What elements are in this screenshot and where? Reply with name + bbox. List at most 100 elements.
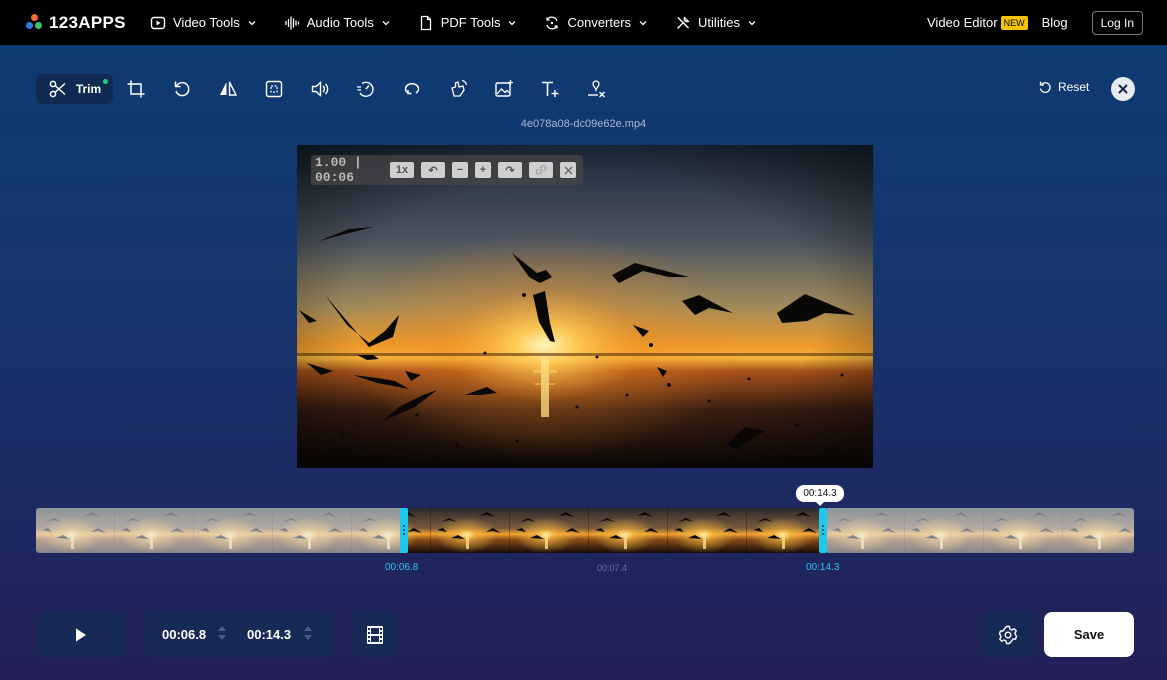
image-icon — [495, 80, 513, 97]
tool-resize[interactable] — [251, 74, 297, 104]
nav-converters-label: Converters — [567, 15, 632, 30]
blog-link[interactable]: Blog — [1042, 15, 1068, 30]
reset-label: Reset — [1058, 80, 1090, 94]
login-button[interactable]: Log In — [1091, 10, 1143, 35]
tool-remove-logo[interactable] — [573, 74, 619, 104]
active-indicator — [103, 79, 108, 84]
trimmed-region-left — [36, 508, 403, 553]
tools-icon — [677, 15, 690, 29]
loop-icon — [404, 82, 420, 95]
link-button[interactable] — [529, 162, 553, 178]
file-name: 4e078a08-dc09e62e.mp4 — [520, 118, 647, 130]
gear-icon — [998, 625, 1018, 644]
close-icon — [564, 166, 572, 174]
video-editor-label: Video Editor — [927, 15, 998, 30]
stabilize-icon — [451, 79, 468, 97]
resize-icon — [265, 80, 283, 98]
scissors-icon — [49, 80, 66, 98]
filmstrip-icon — [366, 625, 383, 644]
trim-start-label: 00:06.8 — [385, 562, 419, 573]
trim-end-handle[interactable] — [819, 508, 827, 553]
nav-video-tools-label: Video Tools — [173, 15, 240, 30]
end-time-input[interactable]: 00:14.3 — [247, 627, 291, 642]
nav-utilities-label: Utilities — [698, 15, 740, 30]
overlay-close-button[interactable] — [560, 162, 576, 178]
nav-pdf-tools-label: PDF Tools — [440, 15, 501, 30]
start-time-stepper[interactable] — [217, 624, 227, 642]
link-icon — [535, 165, 547, 175]
nav-right: Video Editor NEW Blog Log In — [927, 0, 1143, 45]
tool-flip[interactable] — [205, 74, 251, 104]
new-badge: NEW — [1000, 15, 1028, 30]
tool-volume[interactable] — [297, 74, 343, 104]
video-editor-link[interactable]: Video Editor NEW — [927, 15, 1028, 30]
document-icon — [420, 15, 431, 30]
end-time-down[interactable] — [304, 635, 312, 640]
tool-speed[interactable] — [343, 74, 389, 104]
tool-trim[interactable]: Trim — [36, 74, 113, 104]
chevron-down-icon — [509, 20, 516, 25]
nav-audio-tools[interactable]: Audio Tools — [284, 15, 391, 31]
video-frame — [297, 145, 873, 468]
chevron-down-icon — [248, 20, 256, 25]
edit-toolbar: Trim — [36, 74, 619, 104]
timeline-filmstrip[interactable] — [36, 508, 1134, 553]
trim-end-tooltip: 00:14.3 — [796, 485, 844, 506]
crop-icon — [127, 80, 145, 98]
undo-icon — [1039, 81, 1051, 93]
slower-button[interactable]: − — [452, 162, 468, 178]
tool-add-image[interactable] — [481, 74, 527, 104]
play-icon — [76, 628, 86, 641]
brand-logo[interactable]: 123APPS — [26, 13, 126, 33]
top-navigation: 123APPS Video Tools Audio Tools PDF Tool… — [0, 0, 1167, 45]
video-preview[interactable] — [297, 145, 873, 468]
convert-icon — [546, 16, 559, 29]
nav-video-tools[interactable]: Video Tools — [150, 15, 257, 31]
tool-add-text[interactable] — [527, 74, 573, 104]
nav-audio-tools-label: Audio Tools — [306, 15, 374, 30]
close-button[interactable] — [1111, 77, 1135, 101]
rotate-icon — [174, 81, 190, 97]
playhead-time-label: 00:07.4 — [597, 563, 628, 573]
trim-start-handle[interactable] — [400, 508, 408, 553]
start-time-down[interactable] — [218, 635, 226, 640]
end-time-stepper[interactable] — [303, 624, 313, 642]
flip-icon — [220, 81, 238, 96]
speed-button[interactable]: 1x — [390, 162, 414, 178]
waveform-icon — [285, 15, 299, 30]
remove-logo-icon — [588, 80, 605, 98]
tool-rotate[interactable] — [159, 74, 205, 104]
tool-crop[interactable] — [113, 74, 159, 104]
text-icon — [542, 81, 559, 97]
brand-name: 123APPS — [49, 13, 126, 32]
speed-readout: 1.00 | 00:06 — [315, 155, 362, 185]
film-mode-button[interactable] — [352, 612, 397, 657]
tool-loop[interactable] — [389, 74, 435, 104]
chevron-down-icon — [639, 20, 647, 25]
tool-trim-label: Trim — [75, 82, 102, 96]
start-time-input[interactable]: 00:06.8 — [162, 627, 206, 642]
reset-button[interactable]: Reset — [1038, 80, 1089, 94]
faster-button[interactable]: + — [475, 162, 491, 178]
nav-converters[interactable]: Converters — [544, 15, 648, 31]
playback-overlay: 1.00 | 00:06 1x ↶ − + ↷ — [311, 155, 583, 185]
start-time-up[interactable] — [218, 626, 226, 631]
step-back-button[interactable]: ↶ — [421, 162, 445, 178]
trimmed-region-right — [827, 508, 1134, 553]
logo-mark — [26, 14, 44, 32]
close-icon — [1118, 84, 1128, 94]
save-button[interactable]: Save — [1044, 612, 1134, 657]
tool-stabilize[interactable] — [435, 74, 481, 104]
settings-button[interactable] — [981, 612, 1035, 657]
end-time-up[interactable] — [304, 626, 312, 631]
play-button[interactable] — [36, 612, 126, 657]
nav-utilities[interactable]: Utilities — [675, 15, 757, 31]
trim-end-label: 00:14.3 — [806, 562, 840, 573]
chevron-down-icon — [382, 20, 390, 25]
main-menu: Video Tools Audio Tools PDF Tools Conver… — [150, 0, 784, 45]
step-forward-button[interactable]: ↷ — [498, 162, 522, 178]
speed-icon — [357, 81, 374, 97]
nav-pdf-tools[interactable]: PDF Tools — [418, 15, 518, 31]
play-square-icon — [150, 16, 166, 29]
volume-icon — [311, 80, 329, 98]
